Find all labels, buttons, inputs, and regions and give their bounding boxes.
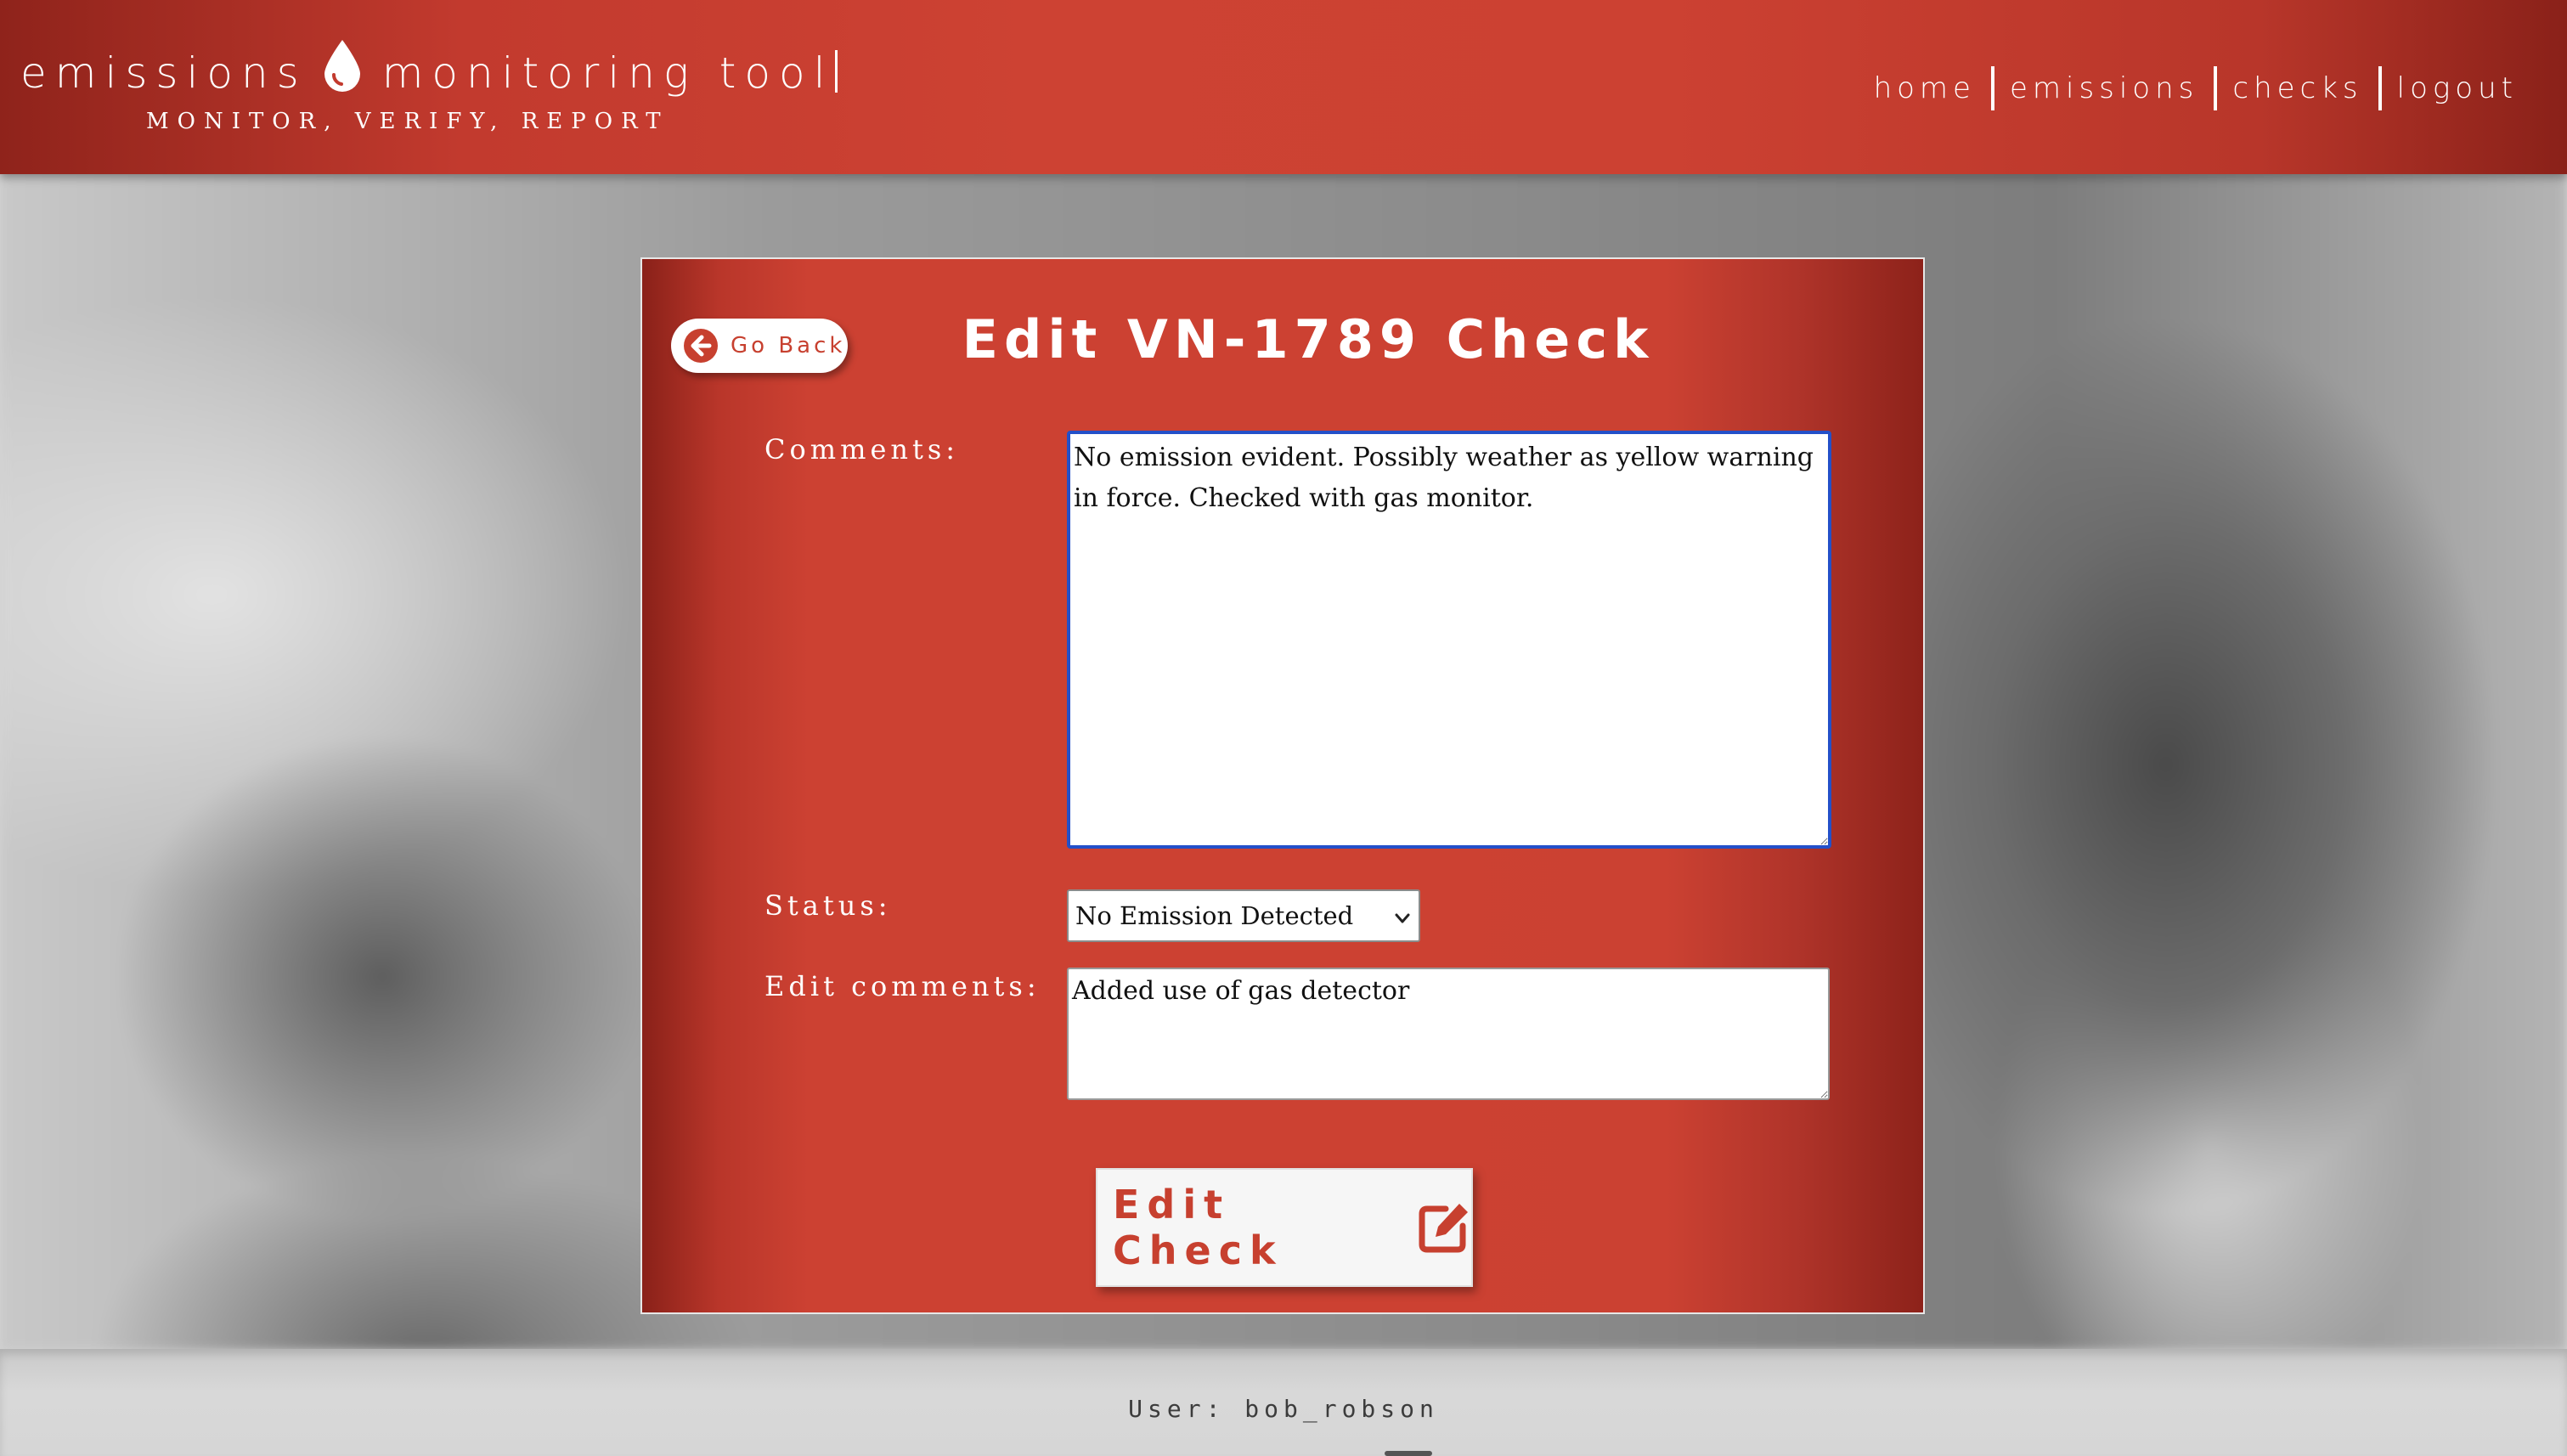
status-label: Status: [764,889,892,922]
site-tagline: MONITOR, VERIFY, REPORT [146,109,669,134]
status-select[interactable]: No Emission Detected [1067,889,1420,942]
chevron-down-icon [1391,906,1413,928]
nav-checks[interactable]: checks [2217,67,2378,110]
edit-check-card: Go Back Edit VN-1789 Check Comments: Sta… [640,257,1925,1314]
edit-check-button[interactable]: Edit Check [1096,1168,1473,1287]
edit-comments-field[interactable] [1067,968,1830,1100]
site-brand[interactable]: emissions monitoring tool [20,38,838,98]
brand-cursor [835,50,838,93]
nav-logout[interactable]: logout [2382,67,2533,110]
page-title: Edit VN-1789 Check [962,308,1655,370]
edit-comments-label: Edit comments: [764,970,1041,1002]
brand-text-left: emissions [20,48,307,98]
logged-in-user: User: bob_robson [1128,1395,1439,1423]
scroll-indicator [1385,1451,1432,1456]
comments-field[interactable] [1067,431,1831,849]
water-drop-icon [319,38,365,93]
nav-home[interactable]: home [1859,67,1991,110]
nav-emissions[interactable]: emissions [1994,67,2214,110]
site-footer: User: bob_robson [0,1349,2567,1456]
site-header: emissions monitoring tool MONITOR, VERIFY… [0,0,2567,174]
edit-pencil-icon [1417,1200,1471,1255]
status-selected-value: No Emission Detected [1075,901,1354,930]
comments-label: Comments: [764,433,960,466]
main-nav: home emissions checks logout [1859,66,2533,110]
brand-text-right: monitoring tool [381,48,834,98]
edit-check-label: Edit Check [1113,1182,1284,1273]
